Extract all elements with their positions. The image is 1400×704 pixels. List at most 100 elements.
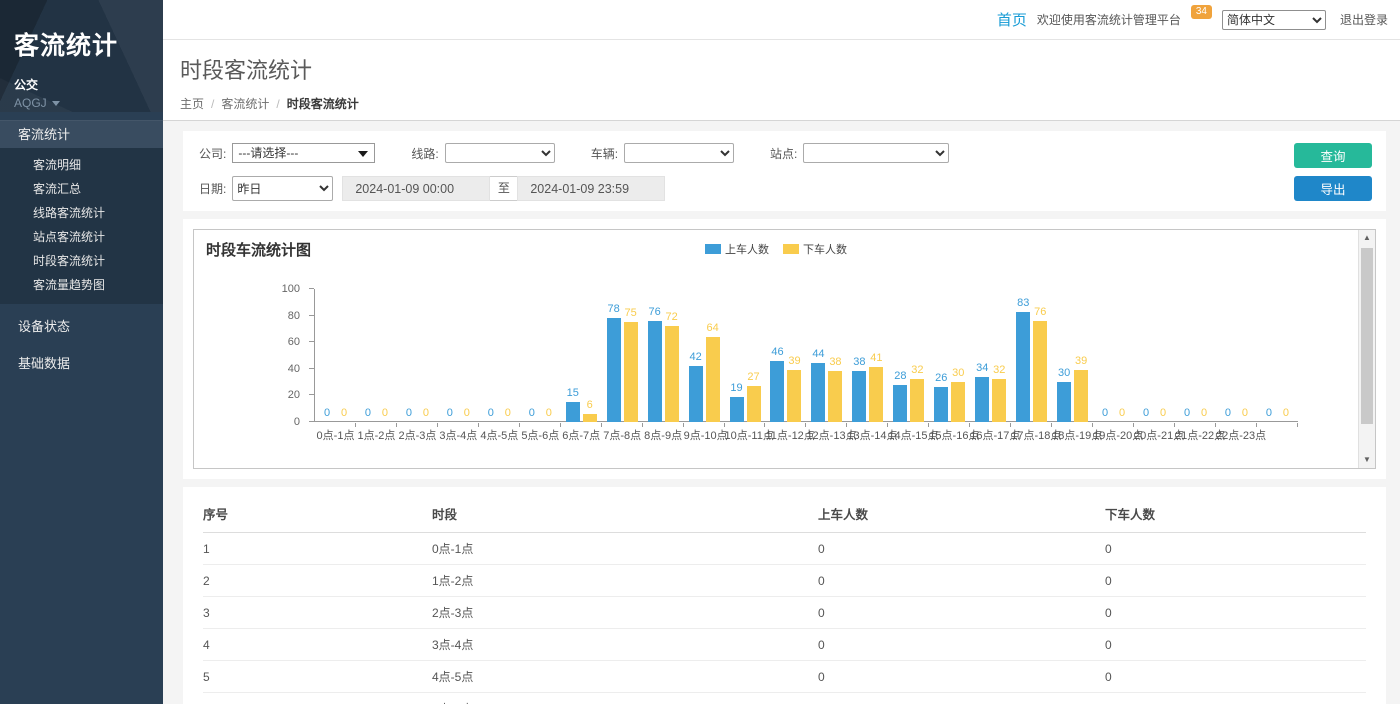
chart-value-label: 0 [378,407,392,419]
chart-panel: 时段车流统计图 上车人数 下车人数 020406080100 000点-1点00… [183,219,1386,479]
chart-category-group: 002点-3点 [397,289,438,422]
chart-bar-下车人数 [747,386,761,422]
legend-swatch-blue [705,244,721,254]
chart-value-label: 0 [1221,407,1235,419]
chart-category-group: 005点-6点 [520,289,561,422]
chart-value-label: 78 [607,303,621,315]
date-preset-select[interactable]: 昨日 [232,176,333,201]
breadcrumb-home[interactable]: 主页 [180,97,204,111]
chart-bar-下车人数 [787,370,801,422]
chart-value-label: 0 [1197,407,1211,419]
date-start-input[interactable] [342,176,490,201]
scrollbar-thumb[interactable] [1361,248,1373,424]
chart-value-label: 0 [1238,407,1252,419]
chart-bar-上车人数 [1057,382,1071,422]
vehicle-select[interactable] [624,143,734,163]
chart-value-label: 27 [747,371,761,383]
sidebar: 客流统计 公交 AQGJ 客流统计 客流明细 客流汇总 线路客流统计 站点客流统… [0,0,163,704]
chart-y-tick-label: 100 [260,283,300,295]
page-title: 时段客流统计 [180,53,1383,85]
breadcrumb-passenger-stats[interactable]: 客流统计 [221,97,269,111]
topbar: 首页 欢迎使用客流统计管理平台 34 简体中文 退出登录 [163,0,1400,40]
chart-value-label: 39 [787,355,801,367]
table-cell: 3点-4点 [432,629,818,661]
date-end-input[interactable] [517,176,665,201]
chart-scrollbar[interactable]: ▲ ▼ [1358,230,1375,468]
sidebar-item-device-status[interactable]: 设备状态 [0,313,163,341]
chart-x-tick-label: 3点-4点 [438,427,479,443]
chart-legend: 上车人数 下车人数 [194,241,1358,257]
table-cell: 0 [818,629,1105,661]
export-button[interactable]: 导出 [1294,176,1372,201]
legend-item-alighting[interactable]: 下车人数 [783,241,847,257]
chart-category-group: 001点-2点 [356,289,397,422]
scrollbar-up-arrow-icon[interactable]: ▲ [1359,230,1375,246]
chart-bar-上车人数 [566,402,580,422]
home-link[interactable]: 首页 [997,9,1027,30]
sidebar-item-trend-chart[interactable]: 客流量趋势图 [0,273,163,297]
language-select[interactable]: 简体中文 [1222,10,1326,30]
chart-value-label: 0 [419,407,433,419]
chart-bar-上车人数 [975,377,989,422]
chart-value-label: 0 [320,407,334,419]
chart-x-tick-label: 21点-22点 [1175,427,1216,443]
chart-value-label: 38 [852,356,866,368]
breadcrumb-current: 时段客流统计 [287,97,359,111]
search-button[interactable]: 查询 [1294,143,1372,168]
logout-link[interactable]: 退出登录 [1340,11,1388,28]
chart-value-label: 0 [501,407,515,419]
scrollbar-down-arrow-icon[interactable]: ▼ [1359,452,1375,468]
table-cell: 2点-3点 [432,597,818,629]
table-cell: 0 [818,597,1105,629]
chart-value-label: 75 [624,307,638,319]
chart-y-tick-label: 20 [260,389,300,401]
chart-value-label: 26 [934,372,948,384]
chart-value-label: 76 [1033,306,1047,318]
line-select[interactable] [445,143,555,163]
chart-bar-上车人数 [689,366,703,422]
sidebar-item-label: 站点客流统计 [33,230,105,244]
chart-value-label: 0 [484,407,498,419]
sidebar-item-period-stats[interactable]: 时段客流统计 [0,249,163,273]
chart-category-group: 004点-5点 [479,289,520,422]
sidebar-item-label: 客流统计 [18,127,70,142]
table-cell: 4 [203,629,432,661]
date-range-separator: 至 [490,176,517,201]
legend-item-boarding[interactable]: 上车人数 [705,241,769,257]
brand-area: 客流统计 公交 AQGJ [0,0,163,112]
chart-category-group: 0022点-23点 [1216,289,1257,422]
chart-bar-下车人数 [583,414,597,422]
user-dropdown[interactable]: AQGJ [14,96,149,110]
chart-bar-下车人数 [910,379,924,422]
sidebar-item-station-stats[interactable]: 站点客流统计 [0,225,163,249]
chart-x-tick-label: 20点-21点 [1134,427,1175,443]
chart-value-label: 19 [730,382,744,394]
column-header-alighting: 下车人数 [1105,493,1366,533]
station-select[interactable] [803,143,949,163]
sidebar-item-line-stats[interactable]: 线路客流统计 [0,201,163,225]
chart-y-axis: 020406080100 [194,289,314,422]
company-label: 公司: [199,145,226,162]
company-select[interactable]: ---请选择--- [232,143,375,163]
chart-value-label: 44 [811,348,825,360]
chart-value-label: 6 [583,399,597,411]
table-cell: 4点-5点 [432,661,818,693]
chart-x-tick-label: 16点-17点 [970,427,1011,443]
chart-value-label: 0 [361,407,375,419]
sidebar-item-base-data[interactable]: 基础数据 [0,350,163,378]
content-area: 公司: ---请选择--- 线路: 车辆: 站点: 日期: 昨日 [163,121,1400,704]
table-cell: 6 [203,693,432,704]
sidebar-item-passenger-detail[interactable]: 客流明细 [0,153,163,177]
line-label: 线路: [411,145,438,162]
chart-category-group: 000点-1点 [315,289,356,422]
chart-value-label: 0 [1115,407,1129,419]
chart-bar-上车人数 [607,318,621,422]
chart-category-group: 76728点-9点 [643,289,684,422]
sidebar-item-passenger-summary[interactable]: 客流汇总 [0,177,163,201]
chart-x-tick-label: 4点-5点 [479,427,520,443]
chart-category-group: 78757点-8点 [602,289,643,422]
main-area: 首页 欢迎使用客流统计管理平台 34 简体中文 退出登录 时段客流统计 主页/客… [163,0,1400,704]
chart-bar-上车人数 [934,387,948,422]
chart-category-group: 0019点-20点 [1093,289,1134,422]
sidebar-item-passenger-stats[interactable]: 客流统计 [0,120,163,148]
